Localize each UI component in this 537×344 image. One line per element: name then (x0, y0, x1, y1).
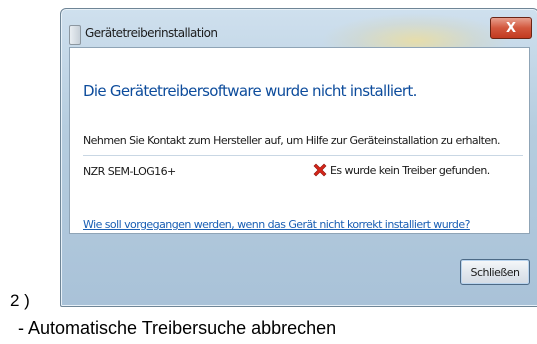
dialog-window: Gerätetreiberinstallation X Die Gerätetr… (60, 8, 537, 307)
device-name: NZR SEM-LOG16+ (83, 165, 176, 178)
status-text: Es wurde kein Treiber gefunden. (330, 163, 490, 177)
caption-text: - Automatische Treibersuche abbrechen (18, 318, 337, 338)
app-icon (69, 25, 81, 45)
error-x-icon (313, 163, 327, 177)
dialog-content: Die Gerätetreibersoftware wurde nicht in… (69, 47, 530, 234)
device-status: Es wurde kein Treiber gefunden. (312, 162, 490, 178)
close-window-button[interactable]: X (490, 17, 532, 39)
instruction-text: Nehmen Sie Kontakt zum Hersteller auf, u… (83, 134, 501, 147)
window-title: Gerätetreiberinstallation (85, 26, 218, 40)
title-bar[interactable]: Gerätetreiberinstallation X (61, 9, 537, 47)
step-label: 2 ) (10, 291, 30, 310)
close-icon: X (505, 20, 517, 36)
dialog-heading: Die Gerätetreibersoftware wurde nicht in… (83, 82, 417, 100)
close-button[interactable]: Schließen (460, 259, 530, 285)
help-link[interactable]: Wie soll vorgegangen werden, wenn das Ge… (83, 218, 470, 231)
divider (83, 155, 523, 156)
